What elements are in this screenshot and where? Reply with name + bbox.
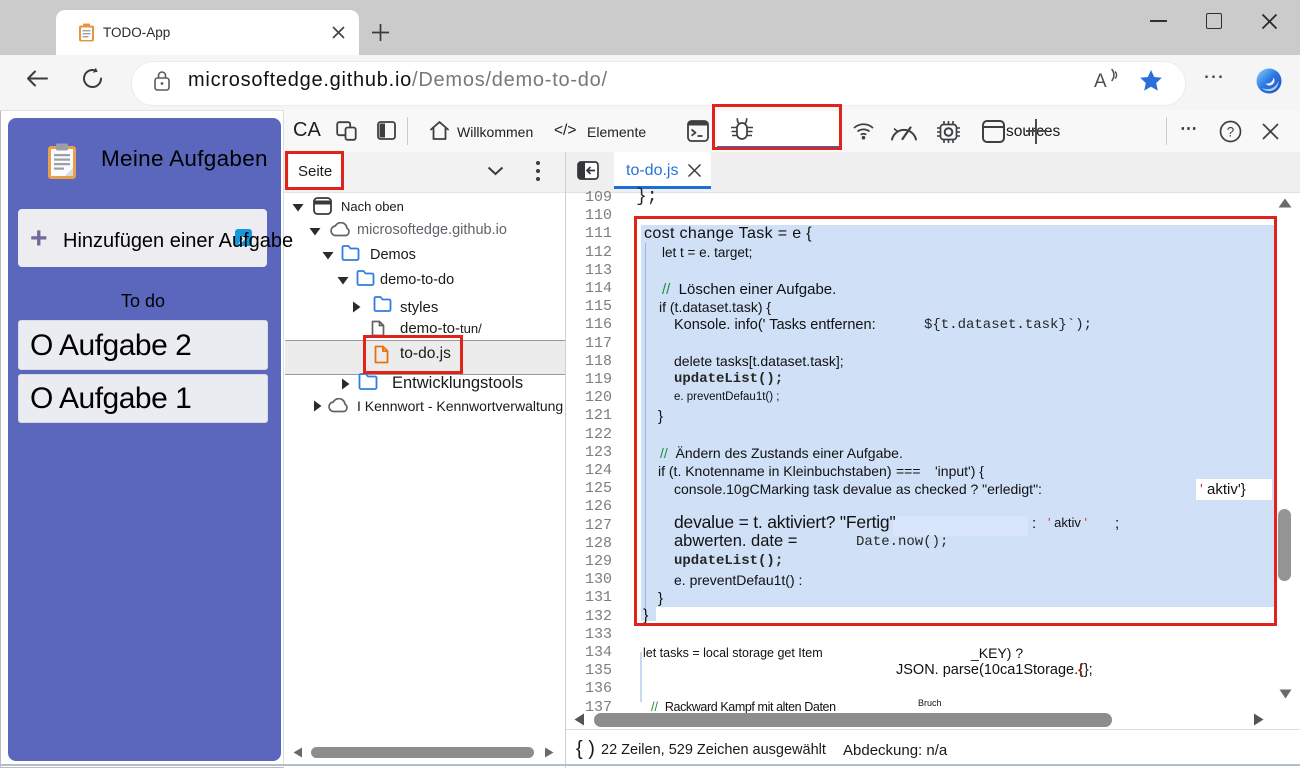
- svg-text:?: ?: [1227, 125, 1235, 140]
